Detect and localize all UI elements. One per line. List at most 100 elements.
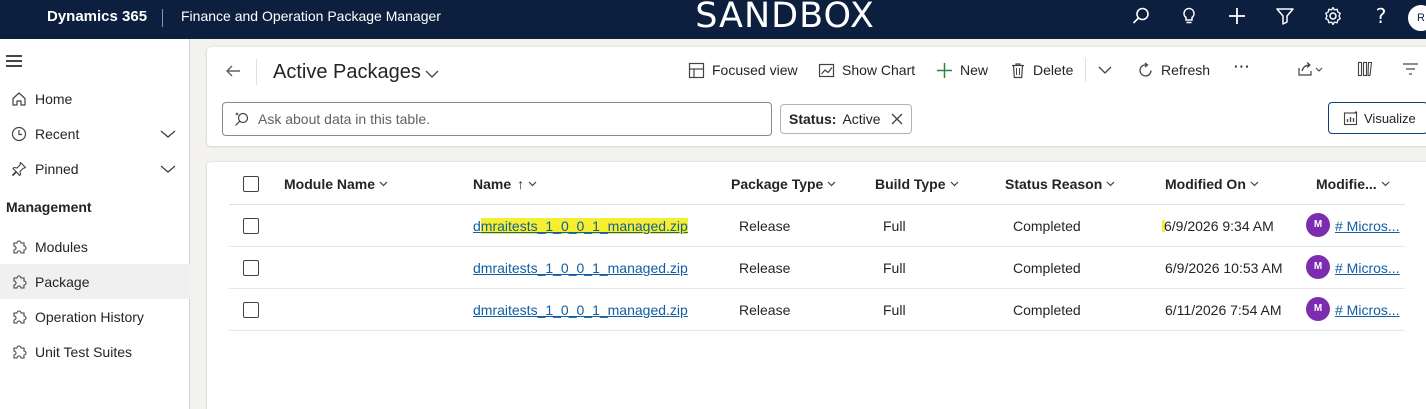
modified-by-link[interactable]: # Micros... [1335,218,1400,234]
refresh-button[interactable]: Refresh [1137,59,1210,81]
modified-on-cell: 6/11/2026 7:54 AM [1165,302,1282,318]
sidebar-item-modules[interactable]: Modules [0,229,190,264]
sidebar-item-unit-test-suites[interactable]: Unit Test Suites [0,334,190,369]
row-checkbox[interactable] [243,260,259,276]
sidebar-item-operation-history[interactable]: Operation History [0,299,190,334]
row-checkbox[interactable] [243,218,259,234]
select-all-checkbox[interactable] [243,176,259,192]
filter-icon[interactable] [1273,4,1297,28]
column-header-label: Build Type [875,176,946,192]
refresh-label: Refresh [1161,62,1211,78]
focused-view-icon [688,62,705,79]
column-header-label: Module Name [284,176,376,192]
lightbulb-icon[interactable] [1177,4,1201,28]
show-chart-button[interactable]: Show Chart [818,59,915,81]
sidebar-item-label: Pinned [35,160,79,177]
chevron-down-icon [1381,181,1390,187]
search-placeholder: Ask about data in this table. [258,111,430,127]
package-type-cell: Release [739,260,791,276]
column-header-modified-on[interactable]: Modified On [1165,176,1259,192]
column-header-build-type[interactable]: Build Type [875,176,959,192]
share-button[interactable] [1296,59,1324,81]
search-input[interactable]: Ask about data in this table. [222,102,772,136]
filter-lines-icon [1402,62,1419,79]
visualize-icon [1343,110,1359,126]
search-icon[interactable] [1129,4,1153,28]
status-reason-cell: Completed [1013,218,1081,234]
table-row[interactable]: dmraitests_1_0_0_1_managed.zip Release F… [229,289,1405,331]
edit-columns-button[interactable] [1357,59,1374,81]
hamburger-menu-icon[interactable] [6,55,22,67]
view-title[interactable]: Active Packages [273,61,421,84]
pin-icon [0,161,35,177]
delete-label: Delete [1033,62,1074,78]
status-filter-pill[interactable]: Status: Active [780,104,912,134]
sidebar-item-home[interactable]: Home [0,81,190,116]
plus-icon [936,62,953,79]
package-type-cell: Release [739,302,791,318]
column-header-status-reason[interactable]: Status Reason [1005,176,1115,192]
column-header-label: Modifie... [1316,176,1377,192]
column-header-label: Status Reason [1005,176,1103,192]
back-arrow-icon[interactable] [224,62,242,85]
visualize-button[interactable]: Visualize [1328,102,1426,134]
row-checkbox[interactable] [243,302,259,318]
gear-icon[interactable] [1321,4,1345,28]
more-options-button[interactable]: ⋯ [1233,56,1250,78]
environment-banner: SANDBOX [695,0,875,36]
plus-icon[interactable] [1225,4,1249,28]
packages-grid: Module Name Name ↑ Package Type Build Ty… [207,162,1426,409]
sidebar: Home Recent Pinned Management Modules Pa… [0,39,190,409]
chevron-down-icon [1106,181,1115,187]
chevron-down-icon[interactable] [160,161,176,177]
share-icon [1296,61,1324,80]
visualize-label: Visualize [1364,110,1416,126]
sidebar-item-package[interactable]: Package [0,264,190,299]
column-header-label: Package Type [731,176,824,192]
modified-by-link[interactable]: # Micros... [1335,260,1400,276]
status-reason-cell: Completed [1013,260,1081,276]
puzzle-icon [0,309,35,325]
delete-button[interactable]: Delete [1010,59,1073,81]
package-name-link[interactable]: dmraitests_1_0_0_1_managed.zip [473,260,688,276]
chevron-down-icon[interactable] [425,66,439,84]
chevron-down-icon[interactable] [160,126,176,142]
modified-by-link[interactable]: # Micros... [1335,302,1400,318]
column-header-label: Modified On [1165,176,1246,192]
chevron-down-icon [379,181,388,187]
divider [1085,58,1086,82]
sidebar-item-label: Home [35,90,73,107]
sidebar-item-label: Modules [35,238,88,255]
sidebar-item-recent[interactable]: Recent [0,116,190,151]
modified-on-cell: 6/9/2026 10:53 AM [1165,260,1283,276]
column-header-modified-by[interactable]: Modifie... [1316,176,1390,192]
column-header-name[interactable]: Name ↑ [473,176,537,192]
package-name-link-highlighted[interactable]: mraitests_1_0_0_1_managed.zip [480,218,688,234]
help-icon[interactable]: ? [1369,4,1393,28]
chevron-down-icon [1250,181,1259,187]
close-icon[interactable] [891,113,903,125]
focused-view-label: Focused view [712,62,798,78]
package-type-cell: Release [739,218,791,234]
focused-view-button[interactable]: Focused view [688,59,798,81]
new-button[interactable]: New [936,59,988,81]
avatar: M [1306,213,1330,237]
chevron-down-icon [950,181,959,187]
table-row[interactable]: dmraitests_1_0_0_1_managed.zip Release F… [229,205,1405,247]
edit-filters-button[interactable] [1402,59,1419,81]
puzzle-icon [0,239,35,255]
sparkle-search-icon [234,111,250,127]
table-row[interactable]: dmraitests_1_0_0_1_managed.zip Release F… [229,247,1405,289]
package-name-link[interactable]: dmraitests_1_0_0_1_managed.zip [473,218,688,234]
home-icon [0,91,35,107]
sidebar-item-label: Operation History [35,308,144,325]
more-commands-dropdown[interactable] [1098,59,1112,81]
sidebar-item-pinned[interactable]: Pinned [0,151,190,186]
column-header-module-name[interactable]: Module Name [284,176,388,192]
package-name-link-first-char[interactable]: d [473,218,481,234]
column-header-label: Name [473,176,512,192]
chevron-down-icon [528,181,537,187]
status-reason-cell: Completed [1013,302,1081,318]
column-header-package-type[interactable]: Package Type [731,176,836,192]
package-name-link[interactable]: dmraitests_1_0_0_1_managed.zip [473,302,688,318]
